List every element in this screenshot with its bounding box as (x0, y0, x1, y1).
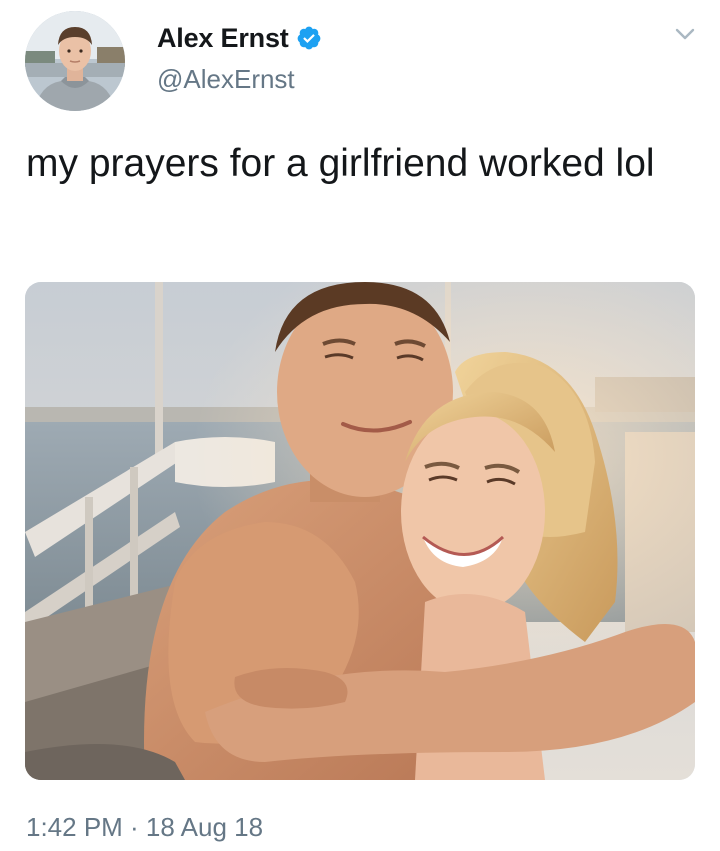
name-row: Alex Ernst (157, 18, 322, 58)
author-block: Alex Ernst @AlexErnst (157, 18, 322, 95)
avatar-image (25, 11, 125, 111)
author-handle[interactable]: @AlexErnst (157, 64, 322, 95)
tweet-timestamp[interactable]: 1:42 PM · 18 Aug 18 (26, 812, 263, 843)
avatar[interactable] (25, 11, 125, 111)
chevron-down-icon[interactable] (670, 22, 700, 46)
tweet-text: my prayers for a girlfriend worked lol (26, 142, 655, 185)
verified-badge-icon (296, 25, 322, 51)
author-display-name[interactable]: Alex Ernst (157, 23, 289, 54)
couple-hug-photo (25, 282, 695, 780)
tweet-card: Alex Ernst @AlexErnst my prayers for a g… (0, 0, 720, 851)
tweet-photo[interactable] (25, 282, 695, 780)
